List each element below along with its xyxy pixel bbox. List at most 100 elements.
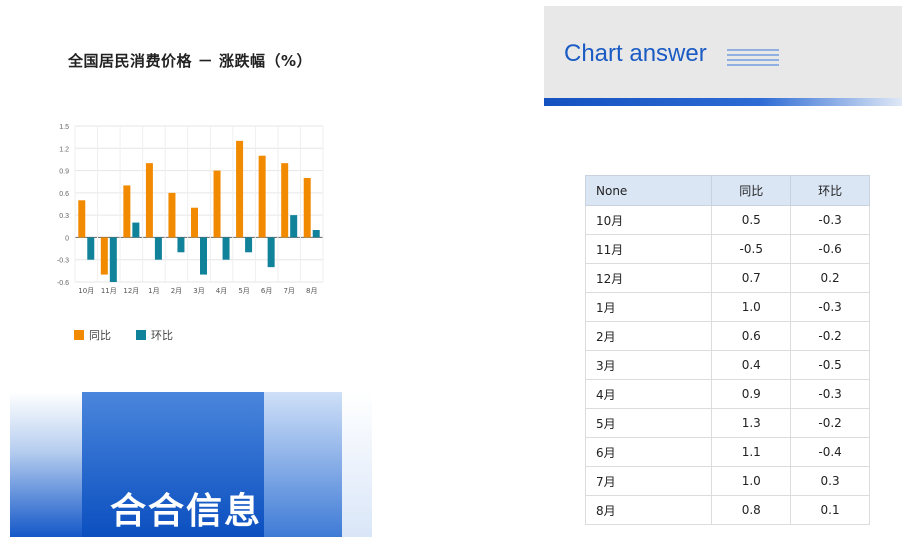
bar-mom (290, 215, 298, 238)
x-tick-label: 8月 (306, 287, 317, 295)
brand-banner: 合合信息 (10, 392, 372, 537)
table-cell: 11月 (584, 234, 713, 264)
y-tick-label: -0.3 (57, 258, 69, 265)
table-cell: 12月 (584, 263, 713, 293)
table-cell: 1.1 (711, 437, 792, 467)
x-tick-label: 2月 (171, 287, 182, 295)
table-cell: 0.4 (711, 350, 792, 380)
legend-label-mom: 环比 (151, 329, 173, 342)
x-tick-label: 1月 (148, 287, 159, 295)
bar-yoy (191, 207, 198, 238)
bar-yoy (236, 140, 244, 238)
table-cell: -0.3 (790, 292, 870, 322)
bar-yoy (213, 170, 221, 238)
bar-yoy (78, 200, 86, 238)
table-cell: 4月 (584, 379, 713, 409)
legend-item-yoy[interactable]: 同比 (74, 327, 111, 343)
answer-table: None 同比 环比 10月 0.5 -0.3 11月 -0.5 -0.6 12月 0.7 0.… (584, 175, 870, 525)
table-header-cell: 环比 (790, 175, 870, 206)
table-cell: 0.7 (711, 263, 792, 293)
table-header-row: None 同比 环比 (584, 175, 870, 206)
table-cell: 0.6 (711, 321, 792, 351)
table-cell: 3月 (584, 350, 713, 380)
bar-mom (222, 237, 230, 260)
table-cell: 5月 (584, 408, 713, 438)
table-row: 11月 -0.5 -0.6 (584, 234, 870, 264)
table-cell: -0.3 (790, 379, 870, 409)
bar-yoy (168, 192, 176, 238)
y-tick-label: 1.5 (59, 124, 69, 131)
y-tick-label: 1.2 (59, 146, 69, 153)
bar-yoy (303, 178, 311, 238)
table-cell: 0.8 (711, 495, 792, 525)
legend-swatch-yoy (74, 330, 84, 340)
answer-header: Chart answer (544, 6, 902, 101)
bar-yoy (281, 163, 289, 238)
table-row: 3月 0.4 -0.5 (584, 350, 870, 380)
x-tick-label: 3月 (193, 287, 204, 295)
table-cell: 6月 (584, 437, 713, 467)
table-cell: -0.5 (711, 234, 792, 264)
table-row: 12月 0.7 0.2 (584, 263, 870, 293)
legend-item-mom[interactable]: 环比 (136, 327, 173, 343)
table-cell: 2月 (584, 321, 713, 351)
table-row: 5月 1.3 -0.2 (584, 408, 870, 438)
table-cell: 1.3 (711, 408, 792, 438)
brand-logo-text: 合合信息 (110, 491, 263, 532)
table-cell: -0.4 (790, 437, 870, 467)
y-tick-label: 0.9 (59, 169, 69, 176)
bar-yoy (100, 237, 108, 275)
bar-mom (267, 237, 275, 268)
chart-title: 全国居民消费价格 － 涨跌幅（%） (68, 52, 312, 70)
y-tick-label: 0.3 (59, 213, 69, 220)
bar-yoy (123, 185, 131, 238)
table-cell: -0.5 (790, 350, 870, 380)
table-row: 2月 0.6 -0.2 (584, 321, 870, 351)
x-tick-label: 5月 (238, 287, 249, 295)
table-cell: -0.2 (790, 408, 870, 438)
table-cell: 1.0 (711, 466, 792, 496)
table-cell: 0.5 (711, 205, 792, 235)
table-row: 1月 1.0 -0.3 (584, 292, 870, 322)
x-tick-label: 12月 (123, 287, 139, 295)
bar-yoy (258, 155, 266, 238)
legend-swatch-mom (136, 330, 146, 340)
x-tick-label: 7月 (283, 287, 294, 295)
table-cell: 0.1 (790, 495, 870, 525)
legend-label-yoy: 同比 (89, 329, 111, 342)
table-cell: -0.2 (790, 321, 870, 351)
table-header-cell: None (584, 175, 713, 206)
x-tick-label: 10月 (78, 287, 94, 295)
bar-yoy (145, 163, 153, 238)
bar-mom (312, 230, 320, 238)
x-tick-label: 6月 (261, 287, 272, 295)
table-row: 4月 0.9 -0.3 (584, 379, 870, 409)
bar-mom (87, 237, 95, 260)
bar-mom (132, 222, 140, 238)
y-tick-label: -0.6 (57, 280, 69, 287)
table-cell: 7月 (584, 466, 713, 496)
table-row: 7月 1.0 0.3 (584, 466, 870, 496)
answer-title: Chart answer (564, 40, 707, 67)
bar-chart: -0.6 -0.3 0 0.3 0.6 0.9 1.2 1.5 10月 11月 12月 1月 2月 3月 4… (57, 124, 324, 295)
banner-band (342, 392, 372, 537)
table-header-cell: 同比 (711, 175, 792, 206)
bar-mom (154, 237, 162, 260)
bar-mom (109, 237, 117, 282)
bar-mom (245, 237, 253, 253)
table-cell: 1月 (584, 292, 713, 322)
table-cell: 1.0 (711, 292, 792, 322)
answer-header-underline (544, 98, 902, 106)
y-tick-label: 0.6 (59, 191, 69, 198)
table-row: 10月 0.5 -0.3 (584, 205, 870, 235)
x-tick-label: 4月 (216, 287, 227, 295)
table-row: 8月 0.8 0.1 (584, 495, 870, 525)
table-cell: 0.3 (790, 466, 870, 496)
table-cell: 10月 (584, 205, 713, 235)
lines-decoration-icon (727, 49, 779, 66)
y-tick-label: 0 (65, 235, 69, 242)
x-tick-label: 11月 (101, 287, 117, 295)
banner-band (264, 392, 342, 537)
table-cell: -0.6 (790, 234, 870, 264)
table-cell: 0.9 (711, 379, 792, 409)
